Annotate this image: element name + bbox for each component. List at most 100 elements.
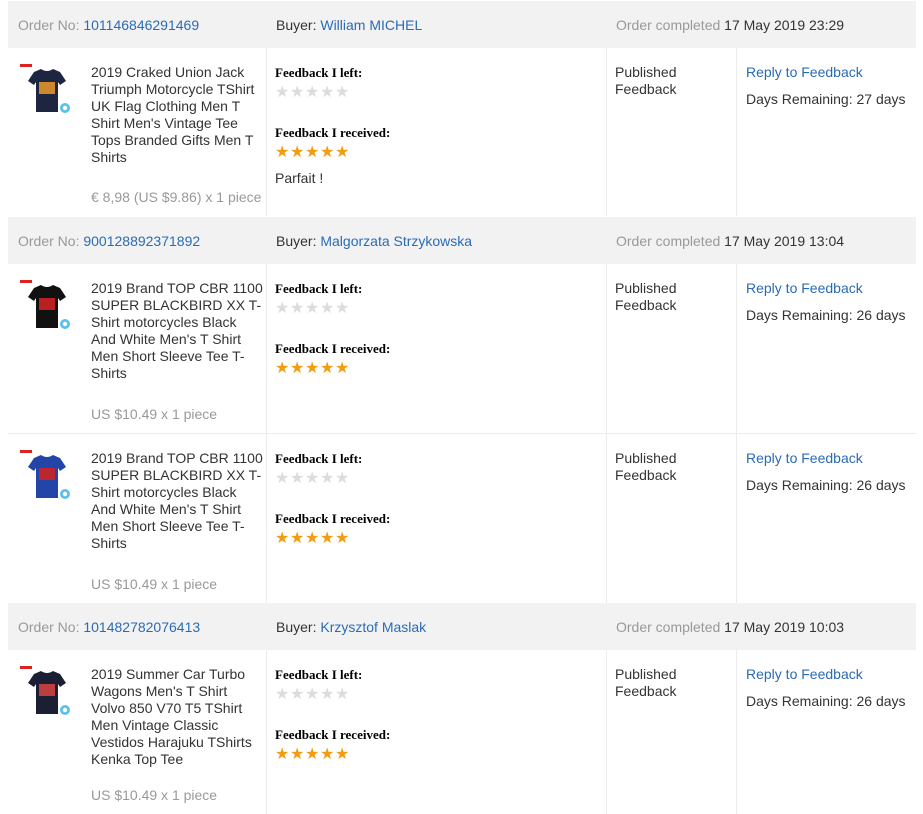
order-completed: Order completed 17 May 2019 13:04 bbox=[616, 233, 844, 249]
star-filled-icon: ★ bbox=[305, 360, 320, 377]
order-block: Order No: 101146846291469 Buyer: William … bbox=[8, 1, 916, 216]
order-completed-label: Order completed bbox=[616, 17, 725, 33]
buyer-info: Buyer: William MICHEL bbox=[276, 17, 422, 33]
product-title-link[interactable]: 2019 Brand TOP CBR 1100 SUPER BLACKBIRD … bbox=[91, 450, 263, 552]
star-empty-icon: ★ bbox=[320, 470, 335, 487]
product-price: US $10.49 x 1 piece bbox=[91, 576, 218, 592]
order-number-label: Order No: bbox=[18, 17, 84, 33]
feedback-orders-list: Order No: 101146846291469 Buyer: William … bbox=[0, 0, 923, 814]
star-filled-icon: ★ bbox=[320, 746, 335, 763]
order-completed-date: 17 May 2019 10:03 bbox=[724, 619, 845, 635]
order-item-row: 2019 Summer Car Turbo Wagons Men's T Shi… bbox=[8, 650, 916, 814]
product-thumbnail[interactable] bbox=[20, 666, 74, 722]
buyer-info: Buyer: Krzysztof Maslak bbox=[276, 619, 426, 635]
star-empty-icon: ★ bbox=[335, 470, 350, 487]
feedback-received-stars: ★★★★★ bbox=[275, 361, 350, 377]
star-empty-icon: ★ bbox=[335, 84, 350, 101]
star-empty-icon: ★ bbox=[320, 84, 335, 101]
order-block: Order No: 101482782076413 Buyer: Krzyszto… bbox=[8, 603, 916, 814]
order-number-link[interactable]: 900128892371892 bbox=[83, 233, 200, 249]
star-empty-icon: ★ bbox=[290, 686, 305, 703]
feedback-status: Published Feedback bbox=[615, 666, 677, 699]
star-empty-icon: ★ bbox=[275, 686, 290, 703]
product-cell: 2019 Summer Car Turbo Wagons Men's T Shi… bbox=[8, 650, 267, 814]
feedback-received-label: Feedback I received: bbox=[275, 511, 391, 526]
buyer-link[interactable]: Malgorzata Strzykowska bbox=[320, 233, 472, 249]
star-empty-icon: ★ bbox=[335, 300, 350, 317]
order-number-link[interactable]: 101146846291469 bbox=[83, 17, 199, 33]
buyer-link[interactable]: William MICHEL bbox=[320, 17, 422, 33]
buyer-label: Buyer: bbox=[276, 233, 321, 249]
action-cell: Reply to Feedback Days Remaining: 26 days bbox=[736, 264, 916, 433]
action-cell: Reply to Feedback Days Remaining: 26 days bbox=[736, 650, 916, 814]
star-empty-icon: ★ bbox=[305, 686, 320, 703]
star-empty-icon: ★ bbox=[320, 686, 335, 703]
star-empty-icon: ★ bbox=[290, 300, 305, 317]
star-filled-icon: ★ bbox=[290, 530, 305, 547]
buyer-link[interactable]: Krzysztof Maslak bbox=[320, 619, 426, 635]
reply-to-feedback-link[interactable]: Reply to Feedback bbox=[746, 64, 863, 80]
reply-to-feedback-link[interactable]: Reply to Feedback bbox=[746, 450, 863, 466]
star-filled-icon: ★ bbox=[290, 746, 305, 763]
reply-to-feedback-link[interactable]: Reply to Feedback bbox=[746, 666, 863, 682]
star-empty-icon: ★ bbox=[275, 84, 290, 101]
feedback-status: Published Feedback bbox=[615, 450, 677, 483]
feedback-received-label: Feedback I received: bbox=[275, 125, 391, 140]
feedback-cell: Feedback I left: ★★★★★ Feedback I received… bbox=[266, 434, 607, 603]
star-filled-icon: ★ bbox=[335, 144, 350, 161]
order-number: Order No: 101146846291469 bbox=[18, 17, 199, 33]
star-empty-icon: ★ bbox=[335, 686, 350, 703]
order-number-link[interactable]: 101482782076413 bbox=[83, 619, 200, 635]
feedback-comment: Parfait ! bbox=[275, 170, 324, 186]
star-filled-icon: ★ bbox=[305, 144, 320, 161]
status-cell: Published Feedback bbox=[606, 434, 737, 603]
product-title-link[interactable]: 2019 Craked Union Jack Triumph Motorcycl… bbox=[91, 64, 263, 166]
order-item-row: 2019 Brand TOP CBR 1100 SUPER BLACKBIRD … bbox=[8, 264, 916, 434]
order-header: Order No: 900128892371892 Buyer: Malgorza… bbox=[8, 217, 916, 264]
status-cell: Published Feedback bbox=[606, 650, 737, 814]
star-filled-icon: ★ bbox=[275, 144, 290, 161]
star-filled-icon: ★ bbox=[335, 746, 350, 763]
days-remaining: Days Remaining: 26 days bbox=[746, 307, 906, 323]
days-remaining: Days Remaining: 26 days bbox=[746, 693, 906, 709]
star-filled-icon: ★ bbox=[290, 360, 305, 377]
feedback-status: Published Feedback bbox=[615, 64, 677, 97]
feedback-left-stars: ★★★★★ bbox=[275, 687, 350, 703]
star-empty-icon: ★ bbox=[305, 470, 320, 487]
product-thumbnail[interactable] bbox=[20, 64, 74, 120]
product-thumbnail[interactable] bbox=[20, 280, 74, 336]
star-empty-icon: ★ bbox=[305, 300, 320, 317]
order-number: Order No: 101482782076413 bbox=[18, 619, 200, 635]
product-price: € 8,98 (US $9.86) x 1 piece bbox=[91, 189, 262, 205]
order-item-row: 2019 Brand TOP CBR 1100 SUPER BLACKBIRD … bbox=[8, 434, 916, 603]
order-header: Order No: 101146846291469 Buyer: William … bbox=[8, 1, 916, 48]
star-empty-icon: ★ bbox=[290, 470, 305, 487]
product-title-link[interactable]: 2019 Summer Car Turbo Wagons Men's T Shi… bbox=[91, 666, 263, 768]
star-empty-icon: ★ bbox=[275, 300, 290, 317]
feedback-left-label: Feedback I left: bbox=[275, 65, 363, 80]
feedback-cell: Feedback I left: ★★★★★ Feedback I received… bbox=[266, 264, 607, 433]
feedback-cell: Feedback I left: ★★★★★ Feedback I received… bbox=[266, 650, 607, 814]
product-title-link[interactable]: 2019 Brand TOP CBR 1100 SUPER BLACKBIRD … bbox=[91, 280, 263, 382]
star-filled-icon: ★ bbox=[275, 530, 290, 547]
order-block: Order No: 900128892371892 Buyer: Malgorza… bbox=[8, 217, 916, 603]
order-completed-label: Order completed bbox=[616, 619, 725, 635]
star-empty-icon: ★ bbox=[290, 84, 305, 101]
feedback-received-stars: ★★★★★ bbox=[275, 747, 350, 763]
star-empty-icon: ★ bbox=[275, 470, 290, 487]
action-cell: Reply to Feedback Days Remaining: 27 days bbox=[736, 48, 916, 216]
product-price: US $10.49 x 1 piece bbox=[91, 406, 218, 422]
reply-to-feedback-link[interactable]: Reply to Feedback bbox=[746, 280, 863, 296]
feedback-received-label: Feedback I received: bbox=[275, 727, 391, 742]
order-header: Order No: 101482782076413 Buyer: Krzyszto… bbox=[8, 603, 916, 650]
days-remaining: Days Remaining: 26 days bbox=[746, 477, 906, 493]
star-filled-icon: ★ bbox=[305, 530, 320, 547]
star-filled-icon: ★ bbox=[320, 144, 335, 161]
star-filled-icon: ★ bbox=[305, 746, 320, 763]
product-thumbnail[interactable] bbox=[20, 450, 74, 506]
feedback-status: Published Feedback bbox=[615, 280, 677, 313]
order-number: Order No: 900128892371892 bbox=[18, 233, 200, 249]
buyer-label: Buyer: bbox=[276, 17, 321, 33]
star-filled-icon: ★ bbox=[290, 144, 305, 161]
star-filled-icon: ★ bbox=[335, 360, 350, 377]
